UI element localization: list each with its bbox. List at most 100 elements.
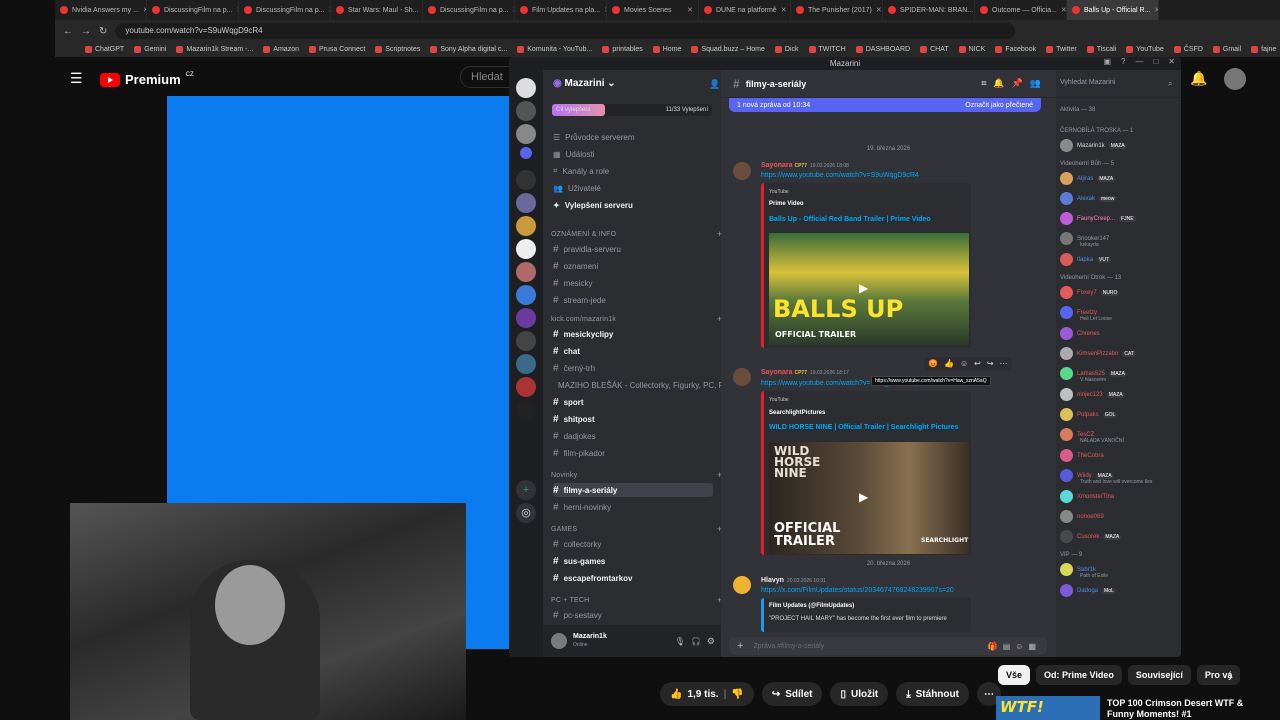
- member-item[interactable]: Mazarin1k MAZA: [1060, 139, 1127, 152]
- header-tools-icons[interactable]: ⌗🔔📌👥: [981, 78, 1048, 89]
- server-icon[interactable]: [516, 124, 536, 144]
- bookmark-item[interactable]: Scriptnotes: [375, 46, 420, 53]
- channel-item[interactable]: # sport: [553, 395, 584, 409]
- embed-title[interactable]: WILD HORSE NINE | Official Trailer | Sea…: [769, 424, 958, 431]
- channel-item[interactable]: # dadjokes: [553, 429, 596, 443]
- member-item[interactable]: tlapka VUT: [1060, 253, 1112, 266]
- channel-item[interactable]: # oznameni: [553, 259, 598, 273]
- share-button[interactable]: ↪ Sdílet: [761, 682, 823, 706]
- channel-category[interactable]: kick.com/mazarin1k: [551, 316, 616, 323]
- nav-item[interactable]: ⌗ Kanály a role: [553, 164, 609, 178]
- bookmark-item[interactable]: Dick: [774, 46, 799, 53]
- browser-tab[interactable]: DiscussingFilm na p...✕: [239, 0, 331, 20]
- forward-icon[interactable]: →: [81, 26, 91, 37]
- browser-tab[interactable]: Movies Scenes ✕: [607, 0, 699, 20]
- nav-item[interactable]: 👥 Uživatelé: [553, 181, 601, 195]
- member-item[interactable]: nonoe069: [1060, 510, 1104, 523]
- new-messages-bar[interactable]: 1 nová zpráva od 10:34 Označit jako přeč…: [729, 98, 1041, 112]
- server-name[interactable]: ◉ Mazarini ⌄: [553, 78, 616, 89]
- member-item[interactable]: Pufpaks GOL: [1060, 408, 1118, 421]
- channel-category[interactable]: Novinky: [551, 472, 577, 479]
- member-item[interactable]: KimsenPizzabo CAT: [1060, 347, 1136, 360]
- message-link[interactable]: https://www.youtube.com/watch?v=S9uWqgD9…: [761, 172, 919, 179]
- help-icon[interactable]: ?: [1121, 57, 1125, 66]
- video-thumbnail[interactable]: WILD HORSE NINE OFFICIAL TRAILER SEARCHL…: [769, 442, 969, 554]
- message-author[interactable]: Sayonara CP77 19.03.2026 18:08: [761, 162, 849, 169]
- bookmark-item[interactable]: Amazon: [263, 46, 299, 53]
- member-item[interactable]: Alexak meow: [1060, 192, 1117, 205]
- channel-item[interactable]: # pc-sestavy: [553, 608, 602, 622]
- url-field[interactable]: youtube.com/watch?v=S9uWqgD9cR4: [115, 23, 1016, 39]
- bell-icon[interactable]: 🔔: [1190, 70, 1207, 87]
- server-icon[interactable]: [516, 216, 536, 236]
- boost-goal[interactable]: Cíl vylepšení 11/33 Vylepšení: [552, 104, 712, 116]
- channel-item[interactable]: # film-pikador: [553, 446, 605, 460]
- settings-gear-icon[interactable]: ⚙: [707, 636, 715, 647]
- tab-close-icon[interactable]: ✕: [1061, 6, 1066, 14]
- browser-tab[interactable]: SPIDER-MAN: BRAN...✕: [883, 0, 975, 20]
- bookmark-item[interactable]: TWITCH: [808, 46, 846, 53]
- bookmark-item[interactable]: Gmail: [1212, 46, 1241, 53]
- channel-item[interactable]: # sus-games: [553, 554, 605, 568]
- browser-tab[interactable]: Balls Up - Official R...✕: [1067, 0, 1159, 20]
- bookmark-item[interactable]: YouTube: [1126, 46, 1164, 53]
- minimize-icon[interactable]: —: [1135, 57, 1143, 66]
- bookmark-item[interactable]: Prusa Connect: [308, 46, 365, 53]
- mark-read-link[interactable]: Označit jako přečtené: [965, 102, 1033, 109]
- download-button[interactable]: ⤓ Stáhnout: [896, 682, 969, 706]
- chevron-right-icon[interactable]: ›: [1228, 668, 1233, 684]
- recommended-title[interactable]: TOP 100 Crimson Desert WTF & Funny Momen…: [1107, 698, 1247, 720]
- channel-item[interactable]: # mesickyclipy: [553, 327, 613, 341]
- browser-tab[interactable]: Film Updates na pla...✕: [515, 0, 607, 20]
- inbox-icon[interactable]: ▣: [1103, 57, 1111, 66]
- filter-chip[interactable]: Související: [1127, 665, 1191, 685]
- message-composer[interactable]: + Zpráva #filmy-a-seriály 🎁▤☺▦: [729, 637, 1047, 655]
- channel-category[interactable]: GAMES: [551, 526, 577, 533]
- bookmark-item[interactable]: ChatGPT: [85, 46, 124, 53]
- member-item[interactable]: FaunyCreep... FJNE: [1060, 212, 1136, 225]
- browser-tab[interactable]: Nvidia Answers my ...✕: [55, 0, 147, 20]
- user-avatar[interactable]: [551, 633, 567, 649]
- browser-tab[interactable]: The Punisher (2017) ✕: [791, 0, 883, 20]
- message-avatar[interactable]: [733, 368, 751, 386]
- more-icon[interactable]: ⋯: [1000, 359, 1008, 368]
- server-icon[interactable]: [516, 331, 536, 351]
- bookmark-item[interactable]: Mazarin1k Stream -...: [176, 46, 253, 53]
- member-item[interactable]: Foxey7 NURO: [1060, 286, 1120, 299]
- embed-author[interactable]: Prime Video: [769, 201, 804, 207]
- bookmark-item[interactable]: DASHBOARD: [855, 46, 910, 53]
- browser-tab[interactable]: DiscussingFilm na p...✕: [147, 0, 239, 20]
- server-icon[interactable]: [516, 377, 536, 397]
- bookmark-item[interactable]: NICK: [958, 46, 985, 53]
- reply-icon[interactable]: ↩: [974, 359, 981, 368]
- video-thumbnail[interactable]: BALLS UP OFFICIAL TRAILER ▶: [769, 233, 969, 345]
- headphones-icon[interactable]: 🎧: [691, 637, 701, 646]
- youtube-logo[interactable]: Premium CZ: [100, 72, 194, 87]
- bookmark-item[interactable]: fajne: [1251, 46, 1276, 53]
- embed-author[interactable]: SearchlightPictures: [769, 410, 825, 416]
- bookmark-item[interactable]: Tiscali: [1086, 46, 1116, 53]
- recommended-thumbnail[interactable]: WTF!: [996, 696, 1100, 720]
- channel-item[interactable]: # stream-jede: [553, 293, 606, 307]
- server-icon[interactable]: [520, 147, 532, 159]
- server-icon[interactable]: [516, 354, 536, 374]
- bookmark-item[interactable]: Home: [652, 46, 681, 53]
- channel-item[interactable]: # chat: [553, 344, 580, 358]
- maximize-icon[interactable]: □: [1153, 57, 1158, 66]
- bookmark-item[interactable]: CHAT: [920, 46, 949, 53]
- bookmark-item[interactable]: Twitter: [1046, 46, 1077, 53]
- channel-item[interactable]: # escapefromtarkov: [553, 571, 632, 585]
- thumbs-up-reaction-icon[interactable]: 👍: [944, 359, 954, 368]
- member-item[interactable]: Chrenes: [1060, 327, 1100, 340]
- member-item[interactable]: XmonsterTina: [1060, 490, 1114, 503]
- reload-icon[interactable]: ↻: [99, 26, 107, 37]
- server-icon[interactable]: [516, 308, 536, 328]
- bookmark-item[interactable]: Sony Alpha digital c...: [430, 46, 507, 53]
- channel-item[interactable]: # shitpost: [553, 412, 595, 426]
- bookmark-item[interactable]: printables: [602, 46, 643, 53]
- server-icon[interactable]: [516, 193, 536, 213]
- message-avatar[interactable]: [733, 576, 751, 594]
- tab-close-icon[interactable]: ✕: [687, 6, 693, 14]
- bookmark-item[interactable]: Gemini: [134, 46, 166, 53]
- add-friend-icon[interactable]: 👤: [709, 79, 720, 90]
